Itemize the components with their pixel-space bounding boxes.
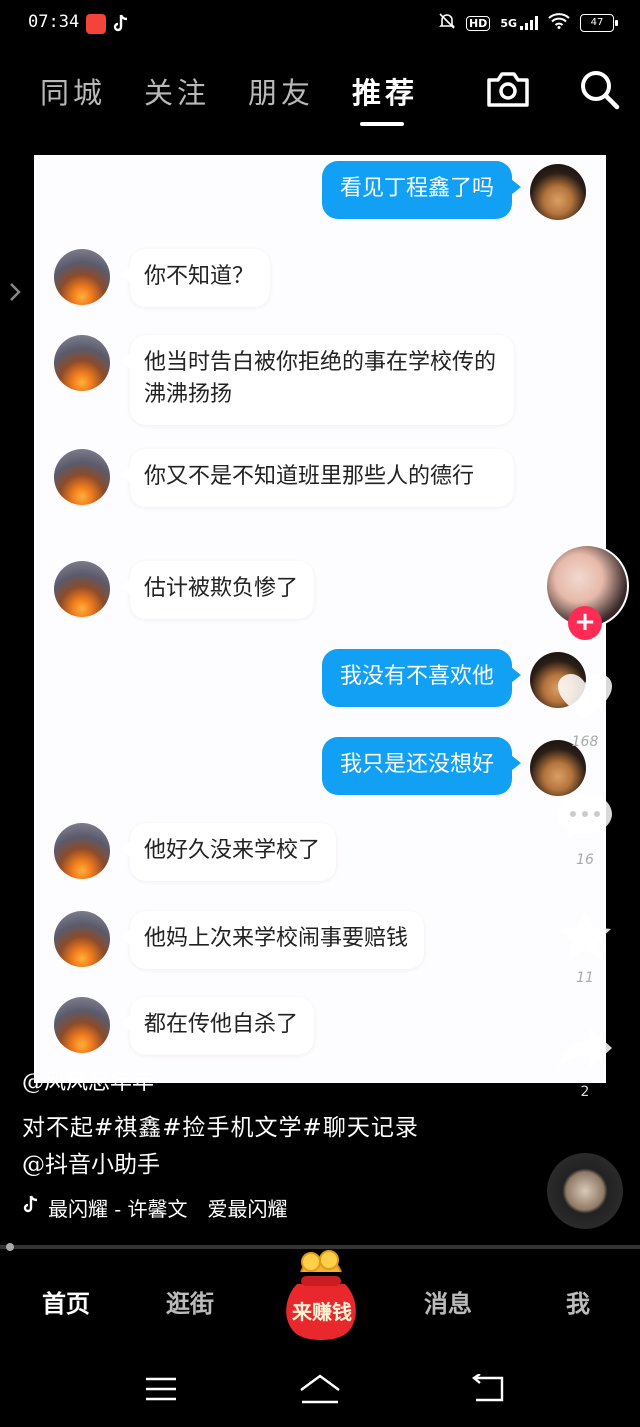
top-tabs: 同城 关注 朋友 推荐 — [40, 70, 418, 126]
chat-row: 他当时告白被你拒绝的事在学校传的沸沸扬扬 — [34, 335, 606, 425]
menu-icon[interactable] — [145, 1376, 177, 1406]
chat-bubble-received: 他好久没来学校了 — [120, 823, 337, 881]
chevron-right-icon[interactable] — [6, 280, 24, 304]
mute-icon — [438, 12, 456, 34]
search-icon[interactable] — [578, 68, 620, 110]
tab-same-city[interactable]: 同城 — [40, 70, 106, 114]
friend-avatar — [54, 823, 110, 879]
music-disc-icon[interactable] — [547, 1153, 623, 1229]
nav-messages[interactable]: 消息 — [424, 1284, 472, 1319]
chat-row: 估计被欺负惨了 — [34, 561, 606, 625]
chat-bubble-sent: 我只是还没想好 — [321, 737, 522, 795]
chat-bubble-received: 都在传他自杀了 — [120, 997, 315, 1055]
wifi-icon — [548, 13, 570, 33]
music-title: 最闪耀 - 许馨文 爱最闪耀 — [48, 1197, 288, 1221]
friend-avatar — [54, 911, 110, 967]
app-notification-icon — [86, 14, 106, 34]
comment-icon[interactable] — [556, 790, 614, 840]
friend-avatar — [54, 249, 110, 305]
friend-avatar — [54, 997, 110, 1053]
battery-icon: 47 — [580, 14, 618, 32]
chat-bubble-sent: 我没有不喜欢他 — [321, 649, 522, 707]
chat-row: 看见丁程鑫了吗 — [34, 161, 606, 225]
chat-bubble-received: 你又不是不知道班里那些人的德行 — [121, 449, 514, 507]
comment-count: 16 — [576, 852, 594, 868]
music-note-icon — [22, 1195, 40, 1220]
tab-following[interactable]: 关注 — [144, 70, 210, 114]
author-name[interactable]: @风风念年年 — [22, 1064, 154, 1096]
follow-plus-icon[interactable]: + — [568, 606, 602, 640]
chat-row: 他妈上次来学校闹事要赔钱 — [34, 911, 606, 975]
chat-row: 都在传他自杀了 — [34, 997, 606, 1061]
tab-recommended[interactable]: 推荐 — [352, 70, 418, 126]
music-info[interactable]: 最闪耀 - 许馨文 爱最闪耀 — [22, 1193, 287, 1222]
video-chat-screenshot[interactable]: 看见丁程鑫了吗 你不知道？ 他当时告白被你拒绝的事在学校传的沸沸扬扬 你又不是不… — [34, 155, 606, 1083]
tiktok-notification-icon — [112, 14, 132, 34]
signal-icon: 5G — [500, 16, 538, 30]
status-time: 07:34 — [28, 12, 80, 32]
video-caption[interactable]: 对不起#祺鑫#捡手机文学#聊天记录 — [22, 1108, 419, 1142]
status-bar: 07:34 HD 5G 47 — [0, 0, 640, 48]
home-icon[interactable] — [298, 1372, 342, 1410]
chat-bubble-received: 他当时告白被你拒绝的事在学校传的沸沸扬扬 — [121, 335, 514, 425]
hd-badge: HD — [465, 15, 491, 31]
heart-icon[interactable] — [556, 672, 614, 722]
network-type: 5G — [500, 17, 517, 30]
progress-handle[interactable] — [6, 1243, 14, 1251]
system-nav-bar — [0, 1352, 640, 1427]
friend-avatar — [54, 449, 110, 505]
chat-row: 你又不是不知道班里那些人的德行 — [34, 449, 606, 539]
chat-bubble-received: 你不知道？ — [120, 249, 271, 307]
tab-friends[interactable]: 朋友 — [248, 70, 314, 114]
nav-shop[interactable]: 逛街 — [166, 1284, 214, 1319]
earn-money-label[interactable]: 来赚钱 — [284, 1296, 360, 1325]
friend-avatar — [54, 335, 110, 391]
video-progress-bar[interactable] — [0, 1245, 640, 1249]
chat-bubble-sent: 看见丁程鑫了吗 — [321, 161, 522, 219]
chat-row: 他好久没来学校了 — [34, 823, 606, 887]
chat-bubble-received: 他妈上次来学校闹事要赔钱 — [120, 911, 425, 969]
share-count: 2 — [580, 1084, 590, 1100]
like-count: 168 — [571, 734, 599, 750]
favorite-count: 11 — [576, 970, 594, 986]
star-icon[interactable] — [556, 908, 614, 959]
nav-me[interactable]: 我 — [566, 1284, 590, 1319]
sender-avatar — [530, 164, 586, 220]
chat-row: 我只是还没想好 — [34, 737, 606, 801]
chat-row: 你不知道？ — [34, 249, 606, 313]
chat-bubble-received: 估计被欺负惨了 — [120, 561, 315, 619]
back-icon[interactable] — [470, 1373, 506, 1408]
friend-avatar — [54, 561, 110, 617]
camera-icon[interactable] — [486, 70, 530, 108]
nav-home[interactable]: 首页 — [42, 1284, 90, 1319]
share-icon[interactable] — [556, 1024, 614, 1074]
caption-mention[interactable]: @抖音小助手 — [22, 1145, 160, 1179]
chat-row: 我没有不喜欢他 — [34, 649, 606, 713]
